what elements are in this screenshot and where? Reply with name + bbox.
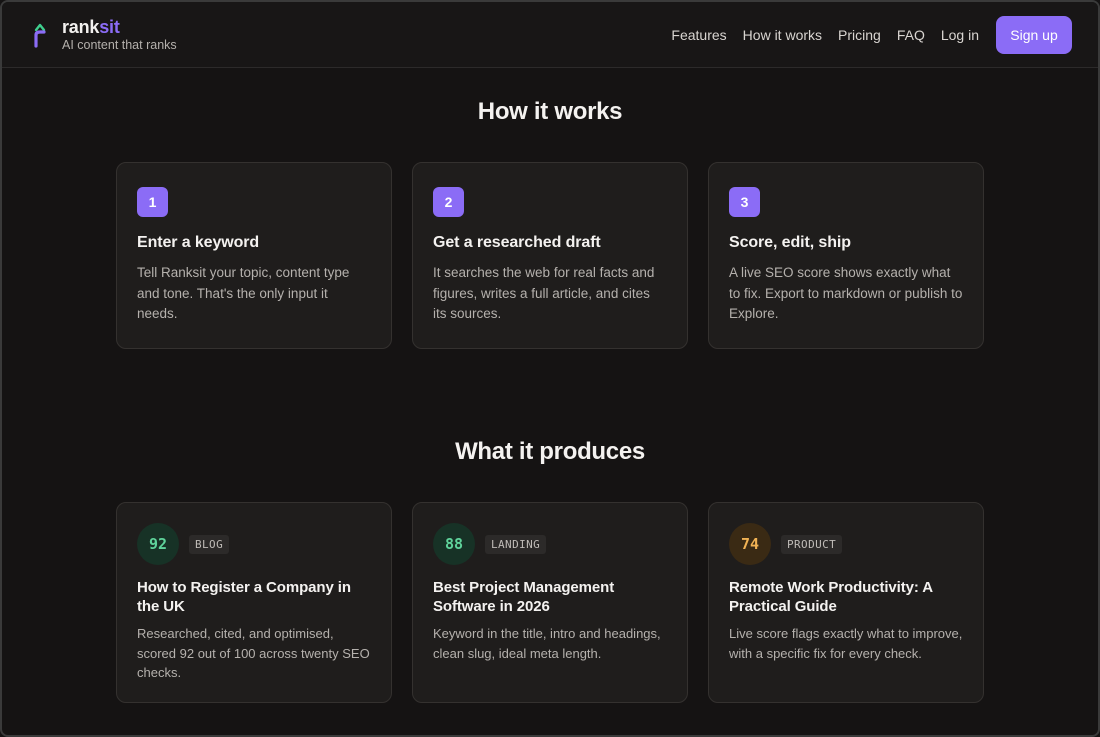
- step-number-badge: 1: [137, 187, 168, 217]
- nav-how-it-works[interactable]: How it works: [743, 27, 822, 43]
- step-card: 1 Enter a keyword Tell Ranksit your topi…: [116, 162, 392, 349]
- example-description: Live score flags exactly what to improve…: [729, 626, 963, 661]
- nav-faq[interactable]: FAQ: [897, 27, 925, 43]
- main-nav: Features How it works Pricing FAQ Log in…: [655, 15, 1072, 54]
- step-card: 3 Score, edit, ship A live SEO score sho…: [708, 162, 984, 349]
- sign-up-button[interactable]: Sign up: [996, 15, 1072, 54]
- example-title: Best Project Management Software in 2026: [433, 579, 615, 615]
- brand[interactable]: ranksit AI content that ranks: [32, 17, 177, 52]
- content-type-badge: BLOG: [189, 534, 230, 554]
- rank-arrow-logo-icon: [32, 22, 50, 48]
- step-description: A live SEO score shows exactly what to f…: [729, 265, 963, 321]
- example-description: Researched, cited, and optimised, scored…: [137, 626, 370, 680]
- brand-name: ranksit: [62, 17, 177, 38]
- example-card[interactable]: 74 PRODUCT Remote Work Productivity: A P…: [708, 502, 984, 703]
- what-it-produces-title: What it produces: [455, 438, 645, 465]
- how-it-works-title: How it works: [477, 98, 623, 125]
- content-type-badge: PRODUCT: [781, 534, 843, 554]
- nav-pricing[interactable]: Pricing: [838, 27, 881, 43]
- steps-list: 1 Enter a keyword Tell Ranksit your topi…: [116, 162, 984, 349]
- brand-tagline: AI content that ranks: [62, 37, 177, 52]
- step-number-badge: 3: [729, 187, 760, 217]
- seo-score-badge: 88: [433, 523, 475, 565]
- nav-features[interactable]: Features: [671, 27, 726, 43]
- brand-name-part1: rank: [62, 16, 100, 37]
- step-title: Score, edit, ship: [729, 234, 851, 251]
- step-description: Tell Ranksit your topic, content type an…: [137, 265, 350, 321]
- brand-name-part2: sit: [99, 16, 120, 37]
- example-card[interactable]: 88 LANDING Best Project Management Softw…: [412, 502, 688, 703]
- content-type-badge: LANDING: [485, 534, 547, 554]
- step-title: Get a researched draft: [433, 234, 601, 251]
- example-description: Keyword in the title, intro and headings…: [433, 626, 661, 661]
- step-title: Enter a keyword: [137, 234, 260, 251]
- nav-log-in[interactable]: Log in: [941, 27, 979, 43]
- seo-score-badge: 92: [137, 523, 179, 565]
- site-header: ranksit AI content that ranks Features H…: [2, 2, 1098, 68]
- example-title: How to Register a Company in the UK: [137, 579, 351, 615]
- step-description: It searches the web for real facts and f…: [433, 265, 655, 321]
- example-title: Remote Work Productivity: A Practical Gu…: [729, 579, 933, 615]
- examples-list: 92 BLOG How to Register a Company in the…: [116, 502, 984, 703]
- step-card: 2 Get a researched draft It searches the…: [412, 162, 688, 349]
- app-window: ranksit AI content that ranks Features H…: [0, 0, 1100, 737]
- example-card[interactable]: 92 BLOG How to Register a Company in the…: [116, 502, 392, 703]
- seo-score-badge: 74: [729, 523, 771, 565]
- step-number-badge: 2: [433, 187, 464, 217]
